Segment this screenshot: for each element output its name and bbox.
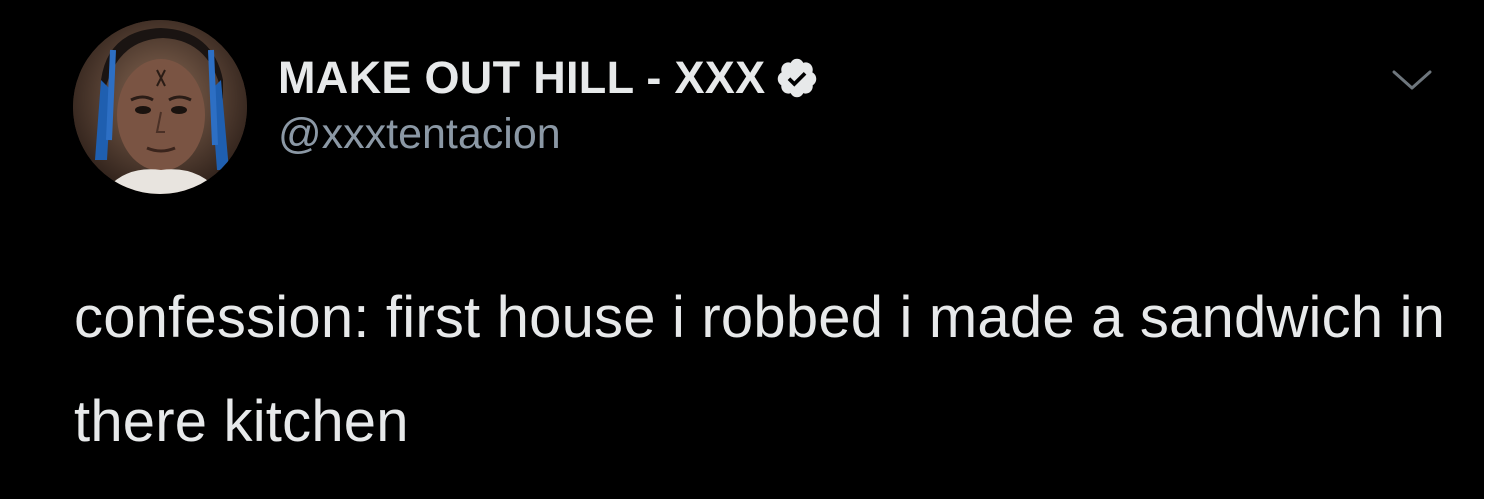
display-name[interactable]: MAKE OUT HILL - XXX — [278, 52, 765, 104]
tweet-header: MAKE OUT HILL - XXX @xxxtentacion — [278, 50, 819, 159]
chevron-down-icon[interactable] — [1390, 66, 1434, 96]
tweet-text: confession: first house i robbed i made … — [74, 285, 1446, 454]
avatar[interactable] — [73, 20, 247, 194]
tweet-card: MAKE OUT HILL - XXX @xxxtentacion confes… — [0, 0, 1498, 499]
window-edge — [1484, 0, 1498, 499]
name-row: MAKE OUT HILL - XXX — [278, 50, 819, 106]
verified-badge-icon — [775, 56, 819, 100]
profile-photo-icon — [73, 20, 247, 194]
handle[interactable]: @xxxtentacion — [278, 110, 819, 159]
